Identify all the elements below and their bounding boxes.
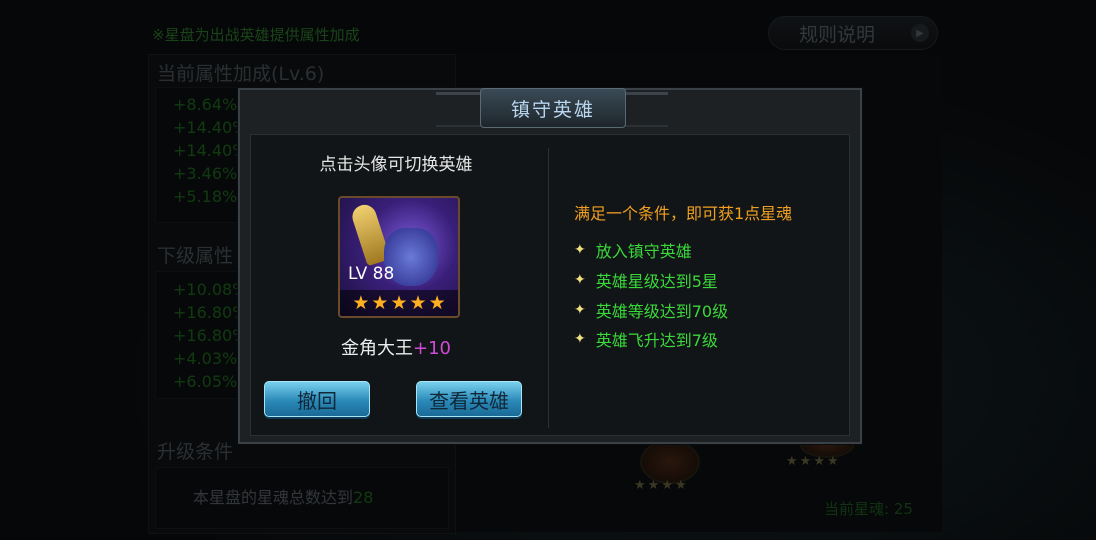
requirements-title: 满足一个条件，即可获1点星魂 <box>574 204 793 223</box>
requirement-text: 放入镇守英雄 <box>595 242 692 261</box>
requirement-text: 英雄星级达到5星 <box>595 272 718 291</box>
hero-name: 金角大王 <box>341 338 413 359</box>
divider <box>548 148 549 428</box>
switch-hero-hint: 点击头像可切换英雄 <box>319 155 473 175</box>
hero-level: LV 88 <box>348 264 395 284</box>
sparkle-icon: ✦ <box>574 302 586 318</box>
star-icon: ★ <box>352 292 370 314</box>
sparkle-icon: ✦ <box>574 242 586 258</box>
star-icon: ★ <box>390 292 408 314</box>
view-hero-button[interactable]: 查看英雄 <box>416 381 522 417</box>
star-icon: ★ <box>428 292 446 314</box>
star-icon: ★ <box>409 292 427 314</box>
requirement-item: ✦ 英雄等级达到70级 <box>574 298 728 322</box>
requirement-item: ✦ 英雄星级达到5星 <box>574 268 718 292</box>
requirement-item: ✦ 英雄飞升达到7级 <box>574 327 718 351</box>
star-icon: ★ <box>371 292 389 314</box>
sparkle-icon: ✦ <box>574 272 586 288</box>
hero-name-line: 金角大王+10 <box>308 334 484 360</box>
guardian-hero-dialog: 镇守英雄 点击头像可切换英雄 LV 88 ★ ★ ★ ★ ★ 金角大王+10 撤… <box>238 88 862 444</box>
requirement-text: 英雄飞升达到7级 <box>595 331 718 350</box>
dialog-title: 镇守英雄 <box>480 88 626 128</box>
requirement-item: ✦ 放入镇守英雄 <box>574 238 692 262</box>
hero-star-rating: ★ ★ ★ ★ ★ <box>340 290 458 316</box>
withdraw-button[interactable]: 撤回 <box>264 381 370 417</box>
hero-avatar[interactable]: LV 88 ★ ★ ★ ★ ★ <box>338 196 460 318</box>
hero-enhance-level: +10 <box>413 338 451 359</box>
sparkle-icon: ✦ <box>574 331 586 347</box>
requirement-text: 英雄等级达到70级 <box>595 302 729 321</box>
